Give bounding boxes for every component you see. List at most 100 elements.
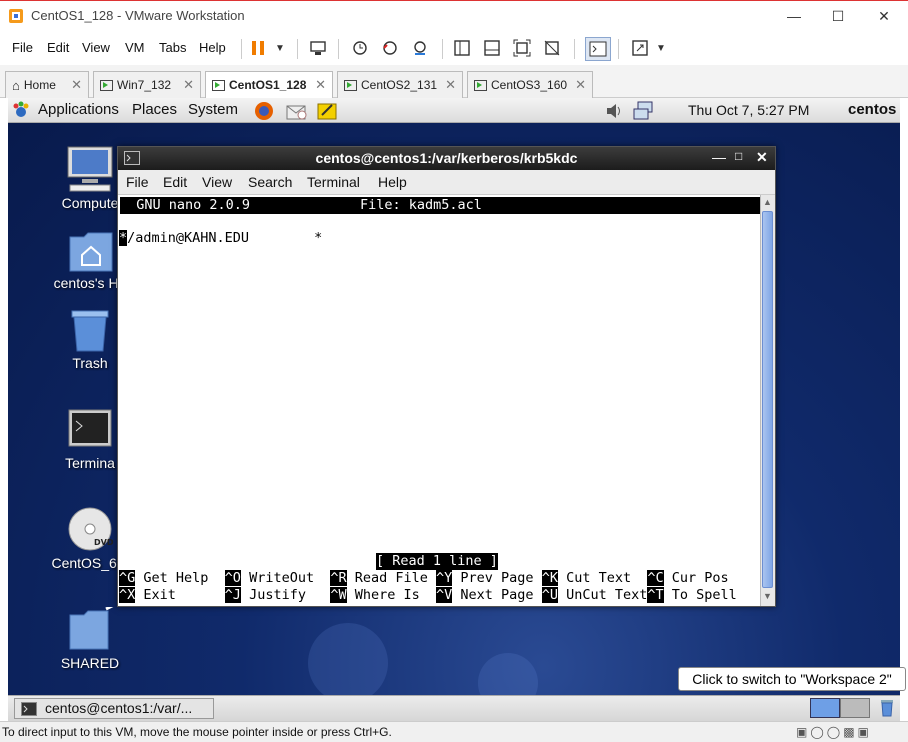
vmware-logo-icon (9, 9, 23, 23)
shortcut-key: ^C (647, 570, 664, 586)
tab-centos2-131[interactable]: CentOS2_131 ✕ (337, 71, 463, 98)
workspace-2[interactable] (840, 698, 870, 718)
tab-centos1-128[interactable]: CentOS1_128 ✕ (205, 71, 333, 98)
terminal-menu-edit[interactable]: Edit (163, 174, 187, 190)
menu-vm[interactable]: VM (125, 40, 145, 55)
tab-centos3-160[interactable]: CentOS3_160 ✕ (467, 71, 593, 98)
close-icon[interactable]: ✕ (71, 77, 82, 93)
mail-client-icon[interactable] (285, 100, 309, 122)
toolbar-separator (442, 39, 443, 59)
computer-icon (67, 146, 113, 192)
scroll-down-icon[interactable]: ▼ (763, 591, 772, 601)
unity-icon[interactable] (542, 38, 562, 58)
chevron-down-icon[interactable]: ▼ (651, 38, 671, 58)
status-message: To direct input to this VM, move the mou… (2, 725, 392, 739)
vm-running-icon (474, 79, 487, 91)
vmware-status-bar: To direct input to this VM, move the mou… (0, 721, 908, 742)
menu-edit[interactable]: Edit (47, 40, 69, 55)
acl-entry: /admin@KAHN.EDU * (127, 230, 323, 246)
revert-snapshot-icon[interactable] (380, 38, 400, 58)
close-icon[interactable]: ✕ (183, 77, 194, 93)
shortcut-label: Exit (135, 587, 225, 603)
panel-clock[interactable]: Thu Oct 7, 5:27 PM (688, 102, 809, 118)
scroll-up-icon[interactable]: ▲ (763, 197, 772, 207)
shortcut-label: Get Help (135, 570, 225, 586)
terminal-title-bar[interactable]: centos@centos1:/var/kerberos/krb5kdc — □… (118, 147, 775, 170)
terminal-menu-terminal[interactable]: Terminal (307, 174, 360, 190)
close-icon[interactable]: ✕ (315, 77, 326, 93)
terminal-menubar: File Edit View Search Terminal Help (118, 170, 775, 195)
thumbnail-bar-icon[interactable] (482, 38, 502, 58)
menu-view[interactable]: View (82, 40, 110, 55)
nano-version: GNU nano 2.0.9 (120, 197, 251, 213)
terminal-screen[interactable]: GNU nano 2.0.9 File: kadm5.acl */admin@KA… (118, 195, 760, 606)
system-menu[interactable]: System (188, 101, 238, 118)
shortcut-key: ^V (436, 587, 453, 603)
workspace-1[interactable] (810, 698, 840, 718)
gnome-bottom-panel: centos@centos1:/var/... (8, 695, 900, 721)
toolbar-separator (338, 39, 339, 59)
vm-running-icon (212, 79, 225, 91)
menu-file[interactable]: File (12, 40, 33, 55)
terminal-minimize-button[interactable]: — (712, 149, 726, 165)
terminal-menu-view[interactable]: View (202, 174, 232, 190)
tab-win7-132[interactable]: Win7_132 ✕ (93, 71, 201, 98)
shortcut-key: ^T (647, 587, 664, 603)
device-status-icons[interactable]: ▣◯◯▩▣ (796, 725, 872, 739)
terminal-maximize-button[interactable]: □ (735, 149, 742, 163)
volume-icon[interactable] (604, 101, 626, 121)
terminal-menu-help[interactable]: Help (378, 174, 407, 190)
terminal-menu-file[interactable]: File (126, 174, 149, 190)
maximize-button[interactable]: ☐ (824, 6, 852, 26)
menu-tabs[interactable]: Tabs (159, 40, 186, 55)
menu-help[interactable]: Help (199, 40, 226, 55)
dvd-icon: DVD (68, 507, 114, 551)
network-icon[interactable] (632, 100, 656, 122)
home-icon: ⌂ (12, 77, 20, 93)
scrollbar-thumb[interactable] (762, 211, 773, 588)
close-icon[interactable]: ✕ (445, 77, 456, 93)
terminal-window[interactable]: centos@centos1:/var/kerberos/krb5kdc — □… (117, 146, 776, 607)
snapshot-manager-icon[interactable] (410, 38, 430, 58)
show-library-icon[interactable] (452, 38, 472, 58)
user-name[interactable]: centos (848, 101, 896, 118)
trash-icon (71, 310, 109, 352)
snapshot-icon[interactable] (350, 38, 370, 58)
send-ctrl-alt-del-icon[interactable] (308, 38, 328, 58)
close-icon[interactable]: ✕ (575, 77, 586, 93)
tab-label: CentOS1_128 (229, 78, 307, 92)
taskbar-item-label: centos@centos1:/var/... (45, 700, 193, 716)
taskbar-terminal-button[interactable]: centos@centos1:/var/... (14, 698, 214, 719)
terminal-title: centos@centos1:/var/kerberos/krb5kdc (315, 150, 578, 166)
shortcut-label: WriteOut (240, 570, 331, 586)
window-title: CentOS1_128 - VMware Workstation (31, 8, 245, 23)
chevron-down-icon[interactable]: ▼ (270, 38, 290, 58)
tab-home[interactable]: ⌂ Home ✕ (5, 71, 89, 98)
vm-icon (100, 79, 113, 91)
notes-editor-icon[interactable] (316, 100, 338, 122)
vmware-menubar: File Edit View VM Tabs Help ▼ ▼ (0, 31, 908, 65)
desktop-icon-shared[interactable]: SHARED (40, 603, 140, 673)
nano-shortcuts-row-1: ^G Get Help ^O WriteOut ^R Read File ^Y … (119, 570, 729, 587)
pause-icon[interactable] (248, 38, 268, 58)
trash-applet-icon[interactable] (878, 698, 896, 718)
terminal-scrollbar[interactable]: ▲ ▼ (760, 195, 775, 606)
shortcut-key: ^G (119, 570, 136, 586)
console-view-icon[interactable] (585, 37, 611, 61)
applications-menu[interactable]: Applications (38, 101, 119, 118)
vm-running-icon (344, 79, 357, 91)
minimize-button[interactable]: — (780, 6, 808, 26)
shortcut-key: ^K (541, 570, 558, 586)
tab-label: CentOS2_131 (361, 78, 438, 92)
stretch-guest-icon[interactable] (630, 38, 650, 58)
terminal-menu-search[interactable]: Search (248, 174, 292, 190)
terminal-close-button[interactable]: ✕ (756, 149, 768, 166)
terminal-icon (21, 702, 37, 716)
shortcut-label: Cut Text (557, 570, 648, 586)
close-button[interactable]: ✕ (870, 6, 898, 26)
gnome-foot-icon (13, 101, 29, 117)
full-screen-icon[interactable] (512, 38, 532, 58)
workspace-tooltip: Click to switch to "Workspace 2" (678, 667, 906, 691)
firefox-icon[interactable] (253, 100, 275, 122)
places-menu[interactable]: Places (132, 101, 177, 118)
